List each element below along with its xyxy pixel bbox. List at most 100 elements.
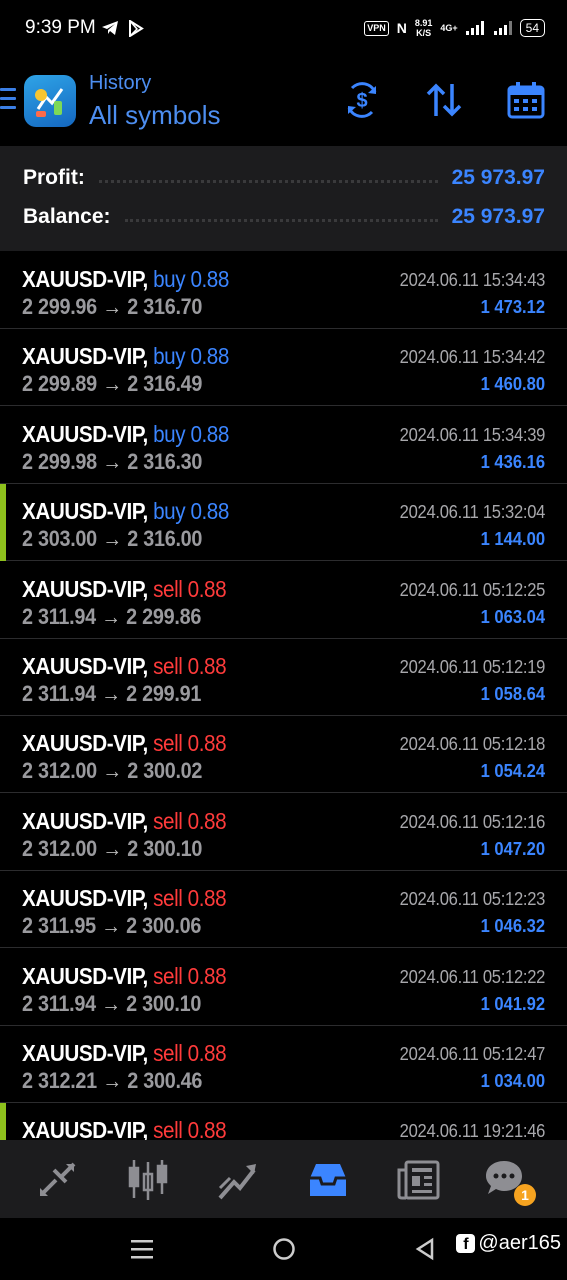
trade-profit: 1 034.00 [480,1071,545,1091]
trade-row[interactable]: XAUUSD-VIP, sell 0.88 2 312.00 → 2 300.10 20… [0,794,567,871]
close-price: 2 316.49 [127,371,203,397]
trade-time: 2024.06.11 15:34:42 [399,347,546,368]
system-navigation-bar: f @aer165 [0,1218,567,1280]
history-icon[interactable] [306,1158,350,1202]
speed-unit: K/S [416,28,432,38]
chart-icon[interactable] [126,1158,170,1202]
network-type: 4G+ [440,23,458,33]
signal-icon [465,21,484,35]
sort-icon[interactable] [424,80,464,120]
calendar-icon[interactable] [506,80,546,120]
trade-time: 2024.06.11 19:21:46 [399,1121,546,1140]
trade-title: XAUUSD-VIP, buy 0.88 [22,343,229,370]
play-store-icon [129,20,144,37]
arrow-icon: → [102,371,122,397]
home-icon[interactable] [272,1237,296,1261]
close-price: 2 300.46 [127,1068,203,1093]
facebook-icon: f [456,1234,476,1253]
trade-time: 2024.06.11 05:12:25 [399,579,546,600]
trade-side-label: buy [153,498,186,525]
vpn-badge: VPN [364,20,389,36]
trade-volume: 0.88 [187,962,227,989]
trade-side-label: sell [153,962,183,989]
trade-side-label: sell [153,730,183,757]
trade-title: XAUUSD-VIP, buy 0.88 [22,498,229,525]
trade-title: XAUUSD-VIP, sell 0.88 [22,1117,227,1140]
quotes-icon[interactable] [36,1158,80,1202]
close-price: 2 300.10 [126,990,202,1016]
trade-row[interactable]: XAUUSD-VIP, buy 0.88 2 299.96 → 2 316.70 202… [0,252,567,329]
trade-row[interactable]: XAUUSD-VIP, buy 0.88 2 303.00 → 2 316.00 202… [0,484,567,562]
trade-row[interactable]: XAUUSD-VIP, buy 0.88 2 299.89 → 2 316.49 202… [0,329,567,407]
trade-side: sell 0.88 [153,576,227,602]
trade-time: 2024.06.11 05:12:16 [399,811,546,832]
balance-label: Balance: [23,205,111,228]
battery-indicator: 54 [519,19,545,37]
trade-history-list[interactable]: XAUUSD-VIP, buy 0.88 2 299.96 → 2 316.70 202… [0,252,567,1140]
profit-label: Profit: [23,166,85,189]
network-speed: 8.91 K/S [415,18,433,38]
menu-icon[interactable] [0,88,16,115]
trade-title: XAUUSD-VIP, sell 0.88 [22,885,227,912]
trade-icon[interactable] [216,1158,260,1202]
open-price: 2 312.00 [22,835,97,861]
app-header: History All symbols $ [0,58,567,146]
profit-value: 25 973.97 [451,166,545,189]
back-icon[interactable] [414,1237,436,1261]
bottom-navigation: 1 [0,1140,567,1218]
trade-side: buy 0.88 [153,421,229,447]
arrow-icon: → [102,448,122,474]
trade-side: sell 0.88 [153,962,227,989]
trade-side: sell 0.88 [153,808,227,834]
balance-value: 25 973.97 [451,205,545,228]
currency-exchange-icon[interactable]: $ [342,80,382,120]
trade-row[interactable]: XAUUSD-VIP, sell 0.88 2 311.94 → 2 299.86 20… [0,562,567,639]
trade-prices: 2 312.21 → 2 300.46 [22,1068,202,1094]
trade-row[interactable]: XAUUSD-VIP, sell 0.88 2 311.95 → 2 300.06 20… [0,871,567,949]
trade-volume: 0.88 [190,343,229,370]
watermark-handle: @aer165 [478,1232,561,1254]
open-price: 2 311.94 [22,603,96,629]
trade-profit: 1 041.92 [480,993,545,1014]
trade-volume: 0.88 [187,730,227,757]
header-subtitle: History [89,72,152,94]
trade-prices: 2 311.94 → 2 299.86 [22,604,201,630]
trade-profit: 1 063.04 [480,606,545,627]
chat-nav[interactable]: 1 [484,1158,536,1206]
page-title[interactable]: All symbols [89,100,220,131]
status-bar: 9:39 PM VPN N 8.91 K/S 4G+ 54 [0,0,567,58]
trade-row[interactable]: XAUUSD-VIP, sell 0.88 2 311.94 → 2 300.10 20… [0,949,567,1026]
trade-row[interactable]: XAUUSD-VIP, sell 0.88 2 312.21 → 2 300.46 20… [0,1026,567,1103]
trade-symbol: XAUUSD-VIP, [22,575,148,602]
trade-row[interactable]: XAUUSD-VIP, sell 0.88 2 312.00 → 2 300.02 20… [0,716,567,794]
open-price: 2 299.98 [22,448,97,474]
trade-time: 2024.06.11 05:12:23 [399,889,546,910]
trade-symbol: XAUUSD-VIP, [22,266,148,292]
trade-volume: 0.88 [187,1040,227,1066]
trade-title: XAUUSD-VIP, sell 0.88 [22,730,227,757]
watermark: f @aer165 [456,1232,561,1255]
trade-profit: 1 144.00 [480,529,545,550]
trade-profit: 1 460.80 [480,374,545,395]
trade-side-label: sell [153,885,183,912]
trade-time: 2024.06.11 05:12:19 [399,657,546,677]
trade-profit: 1 436.16 [480,451,545,472]
close-price: 2 300.02 [127,758,203,784]
trade-row[interactable]: XAUUSD-VIP, sell 0.88 2024.06.11 19:21:46 [0,1103,567,1140]
trade-row[interactable]: XAUUSD-VIP, sell 0.88 2 311.94 → 2 299.91 20… [0,639,567,716]
trade-title: XAUUSD-VIP, buy 0.88 [22,421,229,448]
recents-icon[interactable] [131,1238,153,1260]
arrow-icon: → [101,913,121,939]
trade-profit: 1 054.24 [480,761,545,782]
row-marker [0,484,6,562]
app-logo [24,75,76,127]
trade-row[interactable]: XAUUSD-VIP, buy 0.88 2 299.98 → 2 316.30 202… [0,407,567,484]
news-icon[interactable] [396,1158,440,1202]
trade-prices: 2 299.89 → 2 316.49 [22,371,202,397]
trade-profit: 1 473.12 [480,297,545,317]
trade-time: 2024.06.11 15:34:39 [399,424,546,445]
trade-side: sell 0.88 [153,653,227,679]
trade-symbol: XAUUSD-VIP, [22,653,148,679]
signal-2-icon [493,21,512,35]
trade-side-label: sell [153,1040,183,1066]
